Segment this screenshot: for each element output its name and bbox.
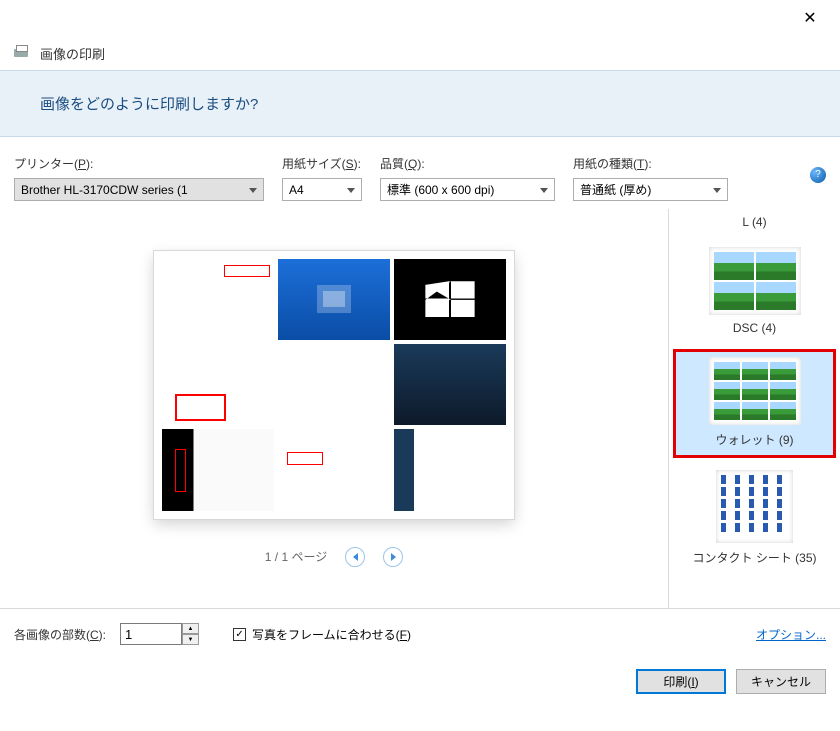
preview-thumb [162,259,274,340]
preview-thumb [162,429,274,510]
layout-label: コンタクト シート (35) [673,549,836,566]
checkbox-icon: ✓ [233,628,246,641]
cancel-button[interactable]: キャンセル [736,669,826,694]
preview-thumb [278,344,390,425]
printer-icon [12,45,30,61]
page-preview [154,251,514,519]
copies-up-button[interactable]: ▲ [182,623,199,634]
instruction-banner: 画像をどのように印刷しますか? [0,70,840,137]
fit-frame-label: 写真をフレームに合わせる(F) [252,626,411,643]
titlebar: ✕ [0,0,840,36]
preview-thumb [162,344,274,425]
bottom-row: 各画像の部数(C): ▲ ▼ ✓ 写真をフレームに合わせる(F) オプション..… [0,609,840,659]
preview-thumb [394,429,506,510]
print-controls: プリンター(P): Brother HL-3170CDW series (1 用… [0,137,840,209]
preview-thumb [278,259,390,340]
preview-thumb [394,344,506,425]
copies-input[interactable] [120,623,182,645]
layout-option-l[interactable]: L (4) [669,209,840,239]
paper-type-label: 用紙の種類(T): [573,155,728,172]
printer-select[interactable]: Brother HL-3170CDW series (1 [14,178,264,201]
footer-buttons: 印刷(I) キャンセル [0,659,840,708]
preview-thumb [278,429,390,510]
layout-label: L (4) [673,215,836,229]
layout-list[interactable]: L (4) DSC (4) ウォレット (9) コンタクト シート (35) [668,209,840,608]
dialog-header: 画像の印刷 [0,36,840,70]
dialog-title: 画像の印刷 [40,44,105,63]
print-button[interactable]: 印刷(I) [636,669,726,694]
layout-option-contact[interactable]: コンタクト シート (35) [669,462,840,576]
layout-option-wallet[interactable]: ウォレット (9) [673,349,836,458]
next-page-button[interactable] [383,547,403,567]
help-icon[interactable]: ? [810,167,826,183]
paper-size-label: 用紙サイズ(S): [282,155,362,172]
fit-frame-checkbox[interactable]: ✓ 写真をフレームに合わせる(F) [233,626,411,643]
preview-pane: 1 / 1 ページ [0,209,668,608]
quality-label: 品質(Q): [380,155,555,172]
copies-down-button[interactable]: ▼ [182,634,199,645]
paper-size-select[interactable]: A4 [282,178,362,201]
main-area: 1 / 1 ページ L (4) DSC (4) ウォレット (9) コンタクト … [0,209,840,609]
options-link[interactable]: オプション... [756,626,826,643]
layout-option-dsc[interactable]: DSC (4) [669,239,840,345]
quality-select[interactable]: 標準 (600 x 600 dpi) [380,178,555,201]
pager: 1 / 1 ページ [265,547,403,567]
layout-label: DSC (4) [673,321,836,335]
preview-thumb [394,259,506,340]
prev-page-button[interactable] [345,547,365,567]
copies-label: 各画像の部数(C): [14,626,106,643]
copies-spinner[interactable]: ▲ ▼ [120,623,199,645]
page-indicator: 1 / 1 ページ [265,548,327,565]
layout-label: ウォレット (9) [677,431,832,448]
instruction-text: 画像をどのように印刷しますか? [40,93,800,114]
paper-type-select[interactable]: 普通紙 (厚め) [573,178,728,201]
printer-label: プリンター(P): [14,155,264,172]
close-button[interactable]: ✕ [790,8,830,28]
